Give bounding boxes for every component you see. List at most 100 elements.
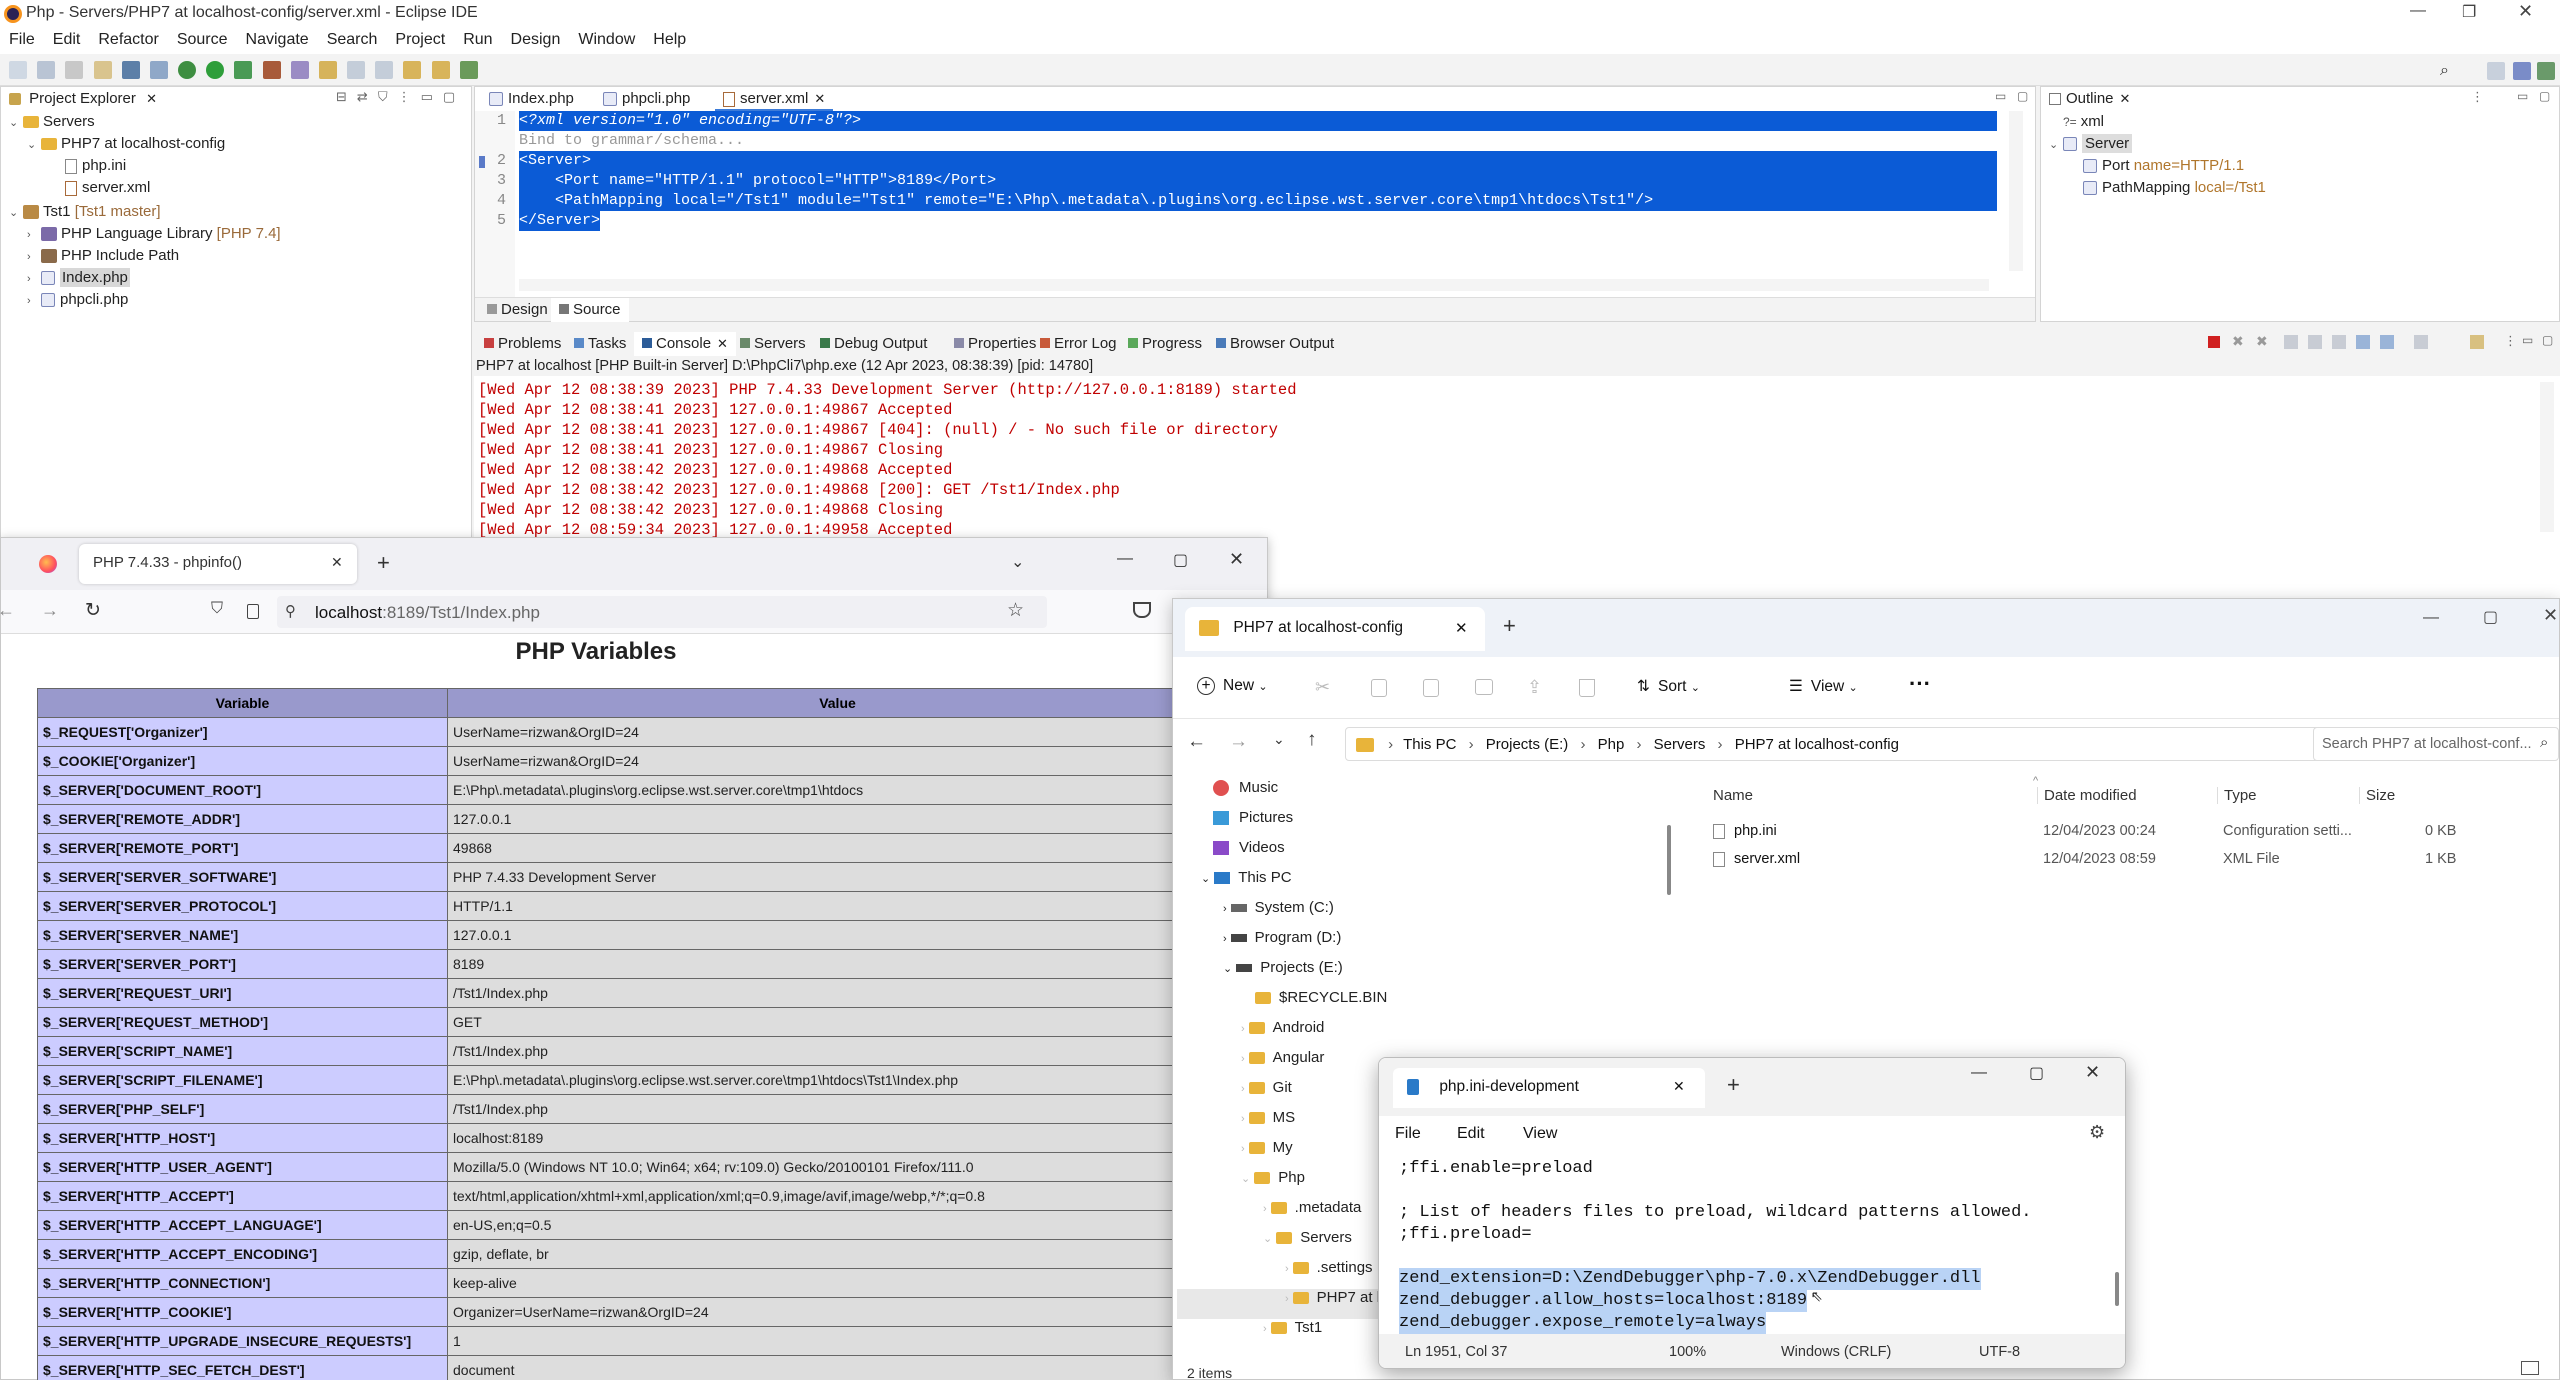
menu-edit[interactable]: Edit (1457, 1125, 1485, 1143)
menu-project[interactable]: Project (386, 28, 454, 52)
maximize-icon[interactable]: ▢ (2539, 89, 2550, 103)
nav-this-pc[interactable]: ⌄ This PC (1201, 869, 1292, 899)
paste-icon[interactable] (1423, 679, 1439, 697)
maximize-icon[interactable]: ▢ (2542, 333, 2553, 347)
menu-edit[interactable]: Edit (44, 28, 90, 52)
nav-angular[interactable]: › Angular (1241, 1049, 1324, 1079)
link-editor-icon[interactable]: ⇄ (357, 89, 368, 104)
word-wrap-icon[interactable] (2332, 335, 2346, 349)
tab-console[interactable]: Console ✕ (634, 332, 736, 356)
view-button[interactable]: ☰ View ⌄ (1789, 677, 1858, 696)
menu-navigate[interactable]: Navigate (237, 28, 318, 52)
column-header-type[interactable]: Type (2217, 787, 2257, 804)
new-icon[interactable] (9, 61, 27, 80)
pin-console-icon[interactable] (2356, 335, 2370, 349)
maximize-icon[interactable]: ▢ (443, 89, 455, 104)
tab-phpcli-php[interactable]: phpcli.php (595, 87, 698, 111)
forward-icon[interactable] (431, 61, 450, 80)
menu-view[interactable]: View (1523, 1125, 1557, 1143)
remove-launch-icon[interactable]: ✖ (2232, 333, 2244, 350)
breadcrumb-php7-config[interactable]: PHP7 at localhost-config (1735, 736, 1899, 753)
remove-all-icon[interactable]: ✖ (2256, 333, 2268, 350)
coverage-icon[interactable] (234, 61, 253, 80)
tree-item-server-xml[interactable]: server.xml (65, 179, 150, 201)
close-tab-icon[interactable]: ✕ (1673, 1078, 1685, 1095)
nav-servers[interactable]: ⌄ Servers (1263, 1229, 1352, 1259)
open-perspective-icon[interactable] (2487, 62, 2505, 80)
tree-item-phpcli-php[interactable]: › phpcli.php (27, 291, 128, 313)
navigation-scrollbar[interactable] (1667, 825, 1671, 895)
open-type-icon[interactable] (318, 61, 337, 80)
vertical-scrollbar[interactable] (2009, 111, 2023, 271)
site-permissions-icon[interactable]: ⚲ (285, 602, 296, 620)
notepad-text-area[interactable]: ;ffi.enable=preload ; List of headers fi… (1379, 1152, 2125, 1334)
maximize-icon[interactable]: ▢ (2017, 89, 2028, 103)
breadcrumb-this-pc[interactable]: This PC (1403, 736, 1456, 753)
back-icon[interactable]: ← (0, 600, 15, 621)
maximize-icon[interactable]: ▢ (2029, 1063, 2044, 1083)
tree-item-php-ini[interactable]: php.ini (65, 157, 126, 179)
tab-tasks[interactable]: Tasks (566, 332, 634, 356)
status-zoom[interactable]: 100% (1669, 1344, 1706, 1360)
file-row-server-xml[interactable]: server.xml 12/04/2023 08:59 XML File 1 K… (1713, 851, 2456, 867)
tab-design[interactable]: Design (479, 298, 556, 322)
tab-problems[interactable]: Problems (476, 332, 569, 356)
menu-help[interactable]: Help (644, 28, 695, 52)
display-console-icon[interactable] (2414, 335, 2428, 349)
menu-refactor[interactable]: Refactor (89, 28, 167, 52)
filter-icon[interactable]: ⛉ (378, 89, 388, 104)
close-icon[interactable]: ✕ (2120, 91, 2131, 106)
reload-icon[interactable]: ↻ (85, 599, 101, 622)
column-header-date[interactable]: Date modified (2037, 787, 2137, 804)
save-icon[interactable] (37, 61, 56, 80)
pin-editor-icon[interactable] (459, 61, 478, 80)
back-icon[interactable]: ← (1187, 731, 1206, 753)
debug-perspective-icon[interactable] (2537, 62, 2555, 80)
sort-button[interactable]: ⇅ Sort ⌄ (1637, 677, 1700, 696)
tree-item-php-language-library[interactable]: › PHP Language Library [PHP 7.4] (27, 225, 281, 247)
clear-console-icon[interactable] (2284, 335, 2298, 349)
new-tab-icon[interactable]: + (1503, 613, 1516, 639)
settings-gear-icon[interactable]: ⚙ (2089, 1122, 2105, 1143)
tree-item-tst1[interactable]: ⌄ Tst1 [Tst1 master] (9, 203, 161, 225)
new-tab-icon[interactable]: + (1727, 1072, 1740, 1098)
minimize-icon[interactable]: — (2423, 609, 2439, 627)
menu-window[interactable]: Window (569, 28, 644, 52)
nav-php[interactable]: ⌄ Php (1241, 1169, 1305, 1199)
minimize-icon[interactable]: — (1971, 1064, 1987, 1082)
minimize-icon[interactable]: ▭ (2517, 89, 2528, 103)
delete-icon[interactable] (1579, 679, 1595, 697)
nav-git[interactable]: › Git (1241, 1079, 1292, 1109)
view-menu-icon[interactable]: ⋮ (2504, 333, 2517, 349)
cut-icon[interactable]: ✂ (1315, 677, 1330, 698)
tab-debug-output[interactable]: Debug Output (812, 332, 935, 356)
share-icon[interactable]: ⇪ (1527, 677, 1542, 698)
tab-progress[interactable]: Progress (1120, 332, 1210, 356)
rename-icon[interactable] (1475, 679, 1493, 695)
view-menu-icon[interactable]: ⋮ (398, 89, 411, 104)
details-view-icon[interactable] (2521, 1361, 2539, 1375)
nav-my[interactable]: › My (1241, 1139, 1293, 1169)
tab-index-php[interactable]: Index.php (481, 87, 582, 111)
notepad-tab[interactable]: php.ini-development ✕ (1393, 1068, 1705, 1108)
nav-tst1[interactable]: › Tst1 (1263, 1319, 1322, 1349)
menu-source[interactable]: Source (168, 28, 237, 52)
tree-item-php-include-path[interactable]: › PHP Include Path (27, 247, 179, 269)
debug-icon[interactable] (178, 61, 197, 80)
prev-annotation-icon[interactable] (375, 61, 394, 80)
project-explorer-tab[interactable]: Project Explorer ✕ (1, 87, 165, 111)
save-all-icon[interactable] (65, 61, 84, 80)
maximize-icon[interactable]: ❐ (2462, 2, 2476, 22)
new-tab-icon[interactable]: + (377, 550, 390, 576)
tab-error-log[interactable]: Error Log (1032, 332, 1125, 356)
next-annotation-icon[interactable] (347, 61, 366, 80)
url-bar[interactable]: localhost:8189/Tst1/Index.php ⚲ ☆ (277, 596, 1047, 628)
show-console-icon[interactable] (2380, 335, 2394, 349)
status-line-ending[interactable]: Windows (CRLF) (1781, 1344, 1891, 1360)
nav-metadata[interactable]: › .metadata (1263, 1199, 1361, 1229)
tree-item-index-php[interactable]: › Index.php (27, 268, 130, 291)
close-window-icon[interactable]: ✕ (1229, 549, 1244, 570)
outline-item-xml[interactable]: ?= xml (2063, 113, 2104, 135)
minimize-icon[interactable]: — (2410, 2, 2426, 20)
collapse-all-icon[interactable]: ⊟ (336, 89, 347, 104)
